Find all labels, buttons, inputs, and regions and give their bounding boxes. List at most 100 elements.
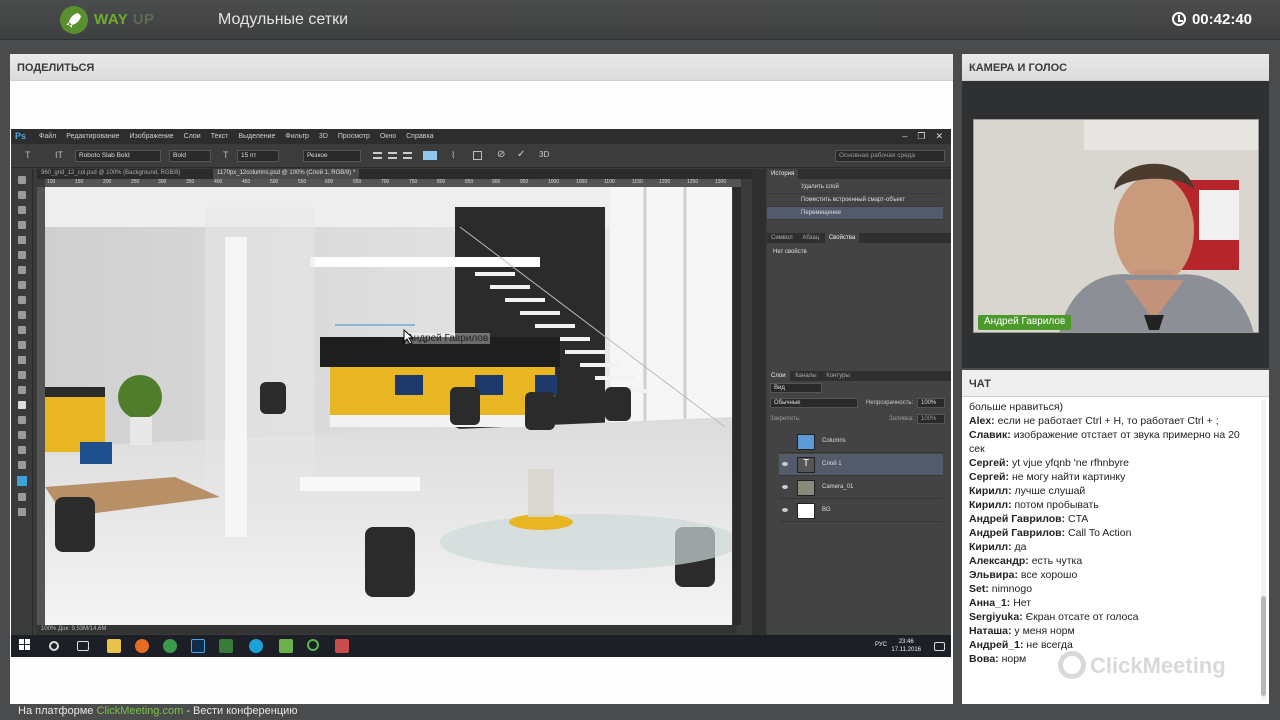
ps-canvas[interactable]: Андрей Гаврилов — [45, 187, 732, 625]
tab-layers[interactable]: Слои — [767, 371, 790, 381]
eye-icon[interactable] — [782, 485, 788, 489]
type-tool-icon[interactable]: T — [25, 150, 31, 160]
fill-input[interactable]: 100% — [917, 414, 945, 424]
ps-menu-file[interactable]: Файл — [39, 133, 56, 140]
brush-tool-icon[interactable] — [17, 281, 26, 289]
shape-tool-icon[interactable] — [17, 431, 26, 439]
file-explorer-icon[interactable] — [107, 639, 121, 653]
ps-menu-layers[interactable]: Слои — [184, 133, 201, 140]
skype-icon[interactable] — [249, 639, 263, 653]
tab-channels[interactable]: Каналы — [791, 371, 820, 381]
healing-tool-icon[interactable] — [17, 266, 26, 274]
commit-icon[interactable]: ✓ — [517, 149, 525, 160]
text-orientation-icon[interactable]: IT — [55, 150, 63, 160]
stamp-tool-icon[interactable] — [17, 296, 26, 304]
restore-icon[interactable]: ❐ — [917, 131, 925, 142]
warp-text-icon[interactable]: ⌇ — [451, 150, 455, 161]
path-select-tool-icon[interactable] — [17, 416, 26, 424]
canvas-scrollbar[interactable] — [733, 187, 741, 625]
ps-menu-3d[interactable]: 3D — [319, 133, 328, 140]
font-style-select[interactable]: Bold — [169, 150, 211, 162]
quick-select-tool-icon[interactable] — [17, 221, 26, 229]
gradient-tool-icon[interactable] — [17, 341, 26, 349]
task-view-icon[interactable] — [77, 641, 89, 651]
ps-menu-view[interactable]: Просмотр — [338, 133, 370, 140]
chrome-icon[interactable] — [163, 639, 177, 653]
move-tool-icon[interactable] — [17, 176, 26, 184]
close-icon[interactable]: ✕ — [935, 131, 943, 142]
notifications-icon[interactable] — [934, 642, 945, 651]
eye-icon[interactable] — [782, 462, 788, 466]
footer-suffix[interactable]: - Вести конференцию — [186, 705, 297, 717]
firefox-icon[interactable] — [135, 639, 149, 653]
search-icon[interactable] — [49, 641, 59, 651]
doc-tab-active[interactable]: 1170px_12columns.psd @ 100% (Слой 1, RGB… — [213, 169, 360, 179]
wayup-logo[interactable]: WAY UP — [58, 4, 208, 36]
pen-tool-icon[interactable] — [17, 386, 26, 394]
ps-menu-select[interactable]: Выделение — [238, 133, 275, 140]
layer-row-selected[interactable]: T Слой 1 — [779, 454, 943, 476]
windows-start-icon[interactable] — [19, 639, 33, 653]
system-clock[interactable]: 23:46 17.11.2016 — [891, 638, 921, 654]
presenter-video[interactable]: Андрей Гаврилов — [973, 119, 1259, 333]
history-brush-tool-icon[interactable] — [17, 311, 26, 319]
layer-row[interactable]: Columns — [779, 431, 943, 453]
tab-character[interactable]: Символ — [767, 233, 797, 243]
photoshop-taskbar-icon[interactable] — [191, 639, 205, 653]
eye-icon[interactable] — [782, 508, 788, 512]
cancel-icon[interactable]: ⊘ — [497, 149, 505, 160]
app-icon[interactable] — [335, 639, 349, 653]
antialias-select[interactable]: Резкое — [303, 150, 361, 162]
align-left-icon[interactable] — [373, 152, 382, 159]
text-color-swatch[interactable] — [423, 151, 437, 160]
app-icon[interactable] — [219, 639, 233, 653]
workspace-select[interactable]: Основная рабочая среда — [835, 150, 945, 162]
foreground-color-icon[interactable] — [16, 476, 27, 486]
font-family-select[interactable]: Roboto Slab Bold — [75, 150, 161, 162]
align-center-icon[interactable] — [388, 152, 397, 159]
ps-menu-image[interactable]: Изображение — [130, 133, 174, 140]
ps-menu-text[interactable]: Текст — [211, 133, 229, 140]
tab-paragraph[interactable]: Абзац — [798, 233, 823, 243]
eraser-tool-icon[interactable] — [17, 326, 26, 334]
minimize-icon[interactable]: – — [902, 131, 907, 142]
layer-row[interactable]: BG — [779, 500, 943, 522]
crop-tool-icon[interactable] — [17, 236, 26, 244]
tab-paths[interactable]: Контуры — [822, 371, 854, 381]
type-tool-side-icon[interactable] — [17, 401, 26, 409]
ps-menu-filter[interactable]: Фильтр — [285, 133, 309, 140]
chat-scrollbar[interactable] — [1261, 400, 1266, 700]
opacity-input[interactable]: 100% — [917, 398, 945, 408]
eyedropper-tool-icon[interactable] — [17, 251, 26, 259]
ps-menu-edit[interactable]: Редактирование — [66, 133, 119, 140]
layer-row[interactable]: Camera_01 — [779, 477, 943, 499]
blur-tool-icon[interactable] — [17, 356, 26, 364]
3d-icon[interactable]: 3D — [539, 150, 549, 159]
clickmeeting-link[interactable]: ClickMeeting.com — [96, 705, 183, 717]
keyboard-language[interactable]: РУС — [875, 642, 887, 648]
chat-scrollbar-thumb[interactable] — [1261, 596, 1266, 696]
layer-filter-select[interactable]: Вид — [770, 383, 822, 393]
screen-mode-icon[interactable] — [17, 508, 26, 516]
app-icon[interactable] — [279, 639, 293, 653]
lasso-tool-icon[interactable] — [17, 206, 26, 214]
blend-mode-select[interactable]: Обычные — [770, 398, 858, 408]
tab-history[interactable]: История — [767, 169, 799, 179]
ps-menu-help[interactable]: Справка — [406, 133, 433, 140]
align-right-icon[interactable] — [403, 152, 412, 159]
history-item-selected[interactable]: Перемещение — [767, 207, 943, 220]
ps-menu-window[interactable]: Окно — [380, 133, 396, 140]
marquee-tool-icon[interactable] — [17, 191, 26, 199]
quick-mask-icon[interactable] — [17, 493, 26, 501]
zoom-tool-icon[interactable] — [17, 461, 26, 469]
doc-tab[interactable]: 960_grid_12_col.psd @ 100% (Background, … — [37, 169, 185, 179]
history-item[interactable]: Удалить слой — [767, 181, 943, 194]
chat-log[interactable]: больше нравиться) Alex: если не работает… — [969, 400, 1254, 700]
hand-tool-icon[interactable] — [17, 446, 26, 454]
history-item[interactable]: Поместить встроенный смарт-объект — [767, 194, 943, 207]
tab-properties[interactable]: Свойства — [824, 233, 860, 243]
panels-toggle-icon[interactable] — [473, 151, 482, 160]
app-icon[interactable] — [307, 639, 319, 651]
font-size-select[interactable]: 15 пт — [237, 150, 279, 162]
dodge-tool-icon[interactable] — [17, 371, 26, 379]
